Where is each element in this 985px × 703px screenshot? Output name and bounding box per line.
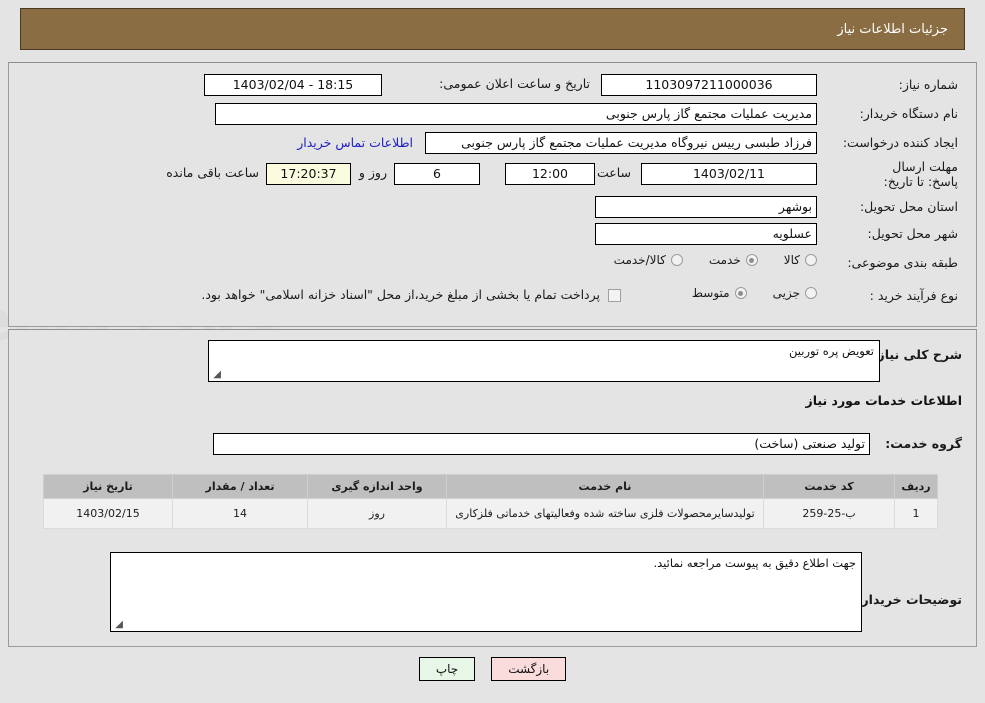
label-service-group: گروه خدمت:	[885, 436, 962, 451]
label-buyer-notes: توضیحات خریدار:	[856, 592, 962, 607]
label-hours-unit: ساعت باقی مانده	[166, 165, 259, 180]
need-number-value[interactable]: 1103097211000036	[601, 74, 817, 96]
radio-icon[interactable]	[734, 287, 747, 299]
category-option-2-label: کالا/خدمت	[613, 253, 666, 267]
need-summary-panel: شماره نیاز: نام دستگاه خریدار: ایجاد کنن…	[8, 62, 977, 327]
buyer-org-value[interactable]: مدیریت عملیات مجتمع گاز پارس جنوبی	[215, 103, 817, 125]
col-name: نام خدمت	[446, 474, 764, 499]
page-root: AnaTender.net جزئیات اطلاعات نیاز شماره …	[0, 0, 985, 703]
announce-datetime-value[interactable]: 18:15 - 1403/02/04	[204, 74, 382, 96]
label-requester: ایجاد کننده درخواست:	[842, 135, 958, 150]
deadline-time-value[interactable]: 12:00	[505, 163, 595, 185]
col-code: کد خدمت	[763, 474, 895, 499]
cell-need-date: 1403/02/15	[43, 498, 173, 529]
col-unit: واحد اندازه گیری	[307, 474, 447, 499]
radio-icon[interactable]	[805, 287, 817, 299]
cell-name: تولیدسایرمحصولات فلزی ساخته شده وفعالیته…	[446, 498, 764, 529]
radio-icon[interactable]	[745, 254, 758, 266]
process-option-1[interactable]: متوسط	[692, 286, 747, 300]
print-button[interactable]: چاپ	[418, 657, 476, 681]
radio-icon[interactable]	[670, 254, 683, 266]
label-deadline-time: ساعت	[596, 165, 631, 180]
treasury-checkbox[interactable]	[608, 289, 621, 302]
back-button[interactable]: بازگشت	[491, 657, 567, 681]
requester-value[interactable]: فرزاد طبسی رییس نیروگاه مدیریت عملیات مج…	[425, 132, 817, 154]
cell-quantity: 14	[172, 498, 308, 529]
cell-code: ب-25-259	[763, 498, 895, 529]
page-title-bar: جزئیات اطلاعات نیاز	[20, 8, 965, 50]
process-option-0-label: جزیی	[772, 286, 800, 300]
label-city: شهر محل تحویل:	[867, 226, 958, 241]
process-option-0[interactable]: جزیی	[773, 286, 817, 300]
resize-grip-icon[interactable]: ◢	[211, 370, 221, 380]
hours-remaining-value: 17:20:37	[266, 163, 351, 185]
cell-index: 1	[894, 498, 938, 529]
category-option-1-label: خدمت	[708, 253, 741, 267]
label-province: استان محل تحویل:	[859, 199, 958, 214]
general-desc-value: تعویض پره توربین	[789, 344, 874, 358]
label-days-unit: روز و	[358, 165, 387, 180]
label-deadline: مهلت ارسال پاسخ: تا تاریخ:	[883, 159, 958, 189]
footer-panel: بازگشت چاپ	[8, 649, 977, 695]
col-need-date: تاریخ نیاز	[43, 474, 173, 499]
label-buyer-org: نام دستگاه خریدار:	[859, 106, 958, 121]
treasury-note: پرداخت تمام یا بخشی از مبلغ خرید،از محل …	[201, 287, 600, 302]
buyer-contact-link[interactable]: اطلاعات تماس خریدار	[297, 135, 413, 150]
page-title: جزئیات اطلاعات نیاز	[837, 21, 948, 37]
need-details-panel: شرح کلی نیاز: تعویض پره توربین ◢ اطلاعات…	[8, 329, 977, 647]
label-general-desc: شرح کلی نیاز:	[872, 347, 962, 362]
deadline-date-value[interactable]: 1403/02/11	[641, 163, 817, 185]
label-announce-datetime: تاریخ و ساعت اعلان عمومی:	[439, 76, 590, 91]
col-index: ردیف	[894, 474, 938, 499]
cell-unit: روز	[307, 498, 447, 529]
category-option-2[interactable]: کالا/خدمت	[614, 253, 683, 267]
table-header-row: ردیف کد خدمت نام خدمت واحد اندازه گیری ت…	[43, 474, 938, 499]
radio-icon[interactable]	[805, 254, 817, 266]
buyer-notes-textarea[interactable]: جهت اطلاع دقیق به پیوست مراجعه نمائید. ◢	[110, 552, 862, 632]
footer-button-bar: بازگشت چاپ	[8, 657, 977, 681]
label-process-type: نوع فرآیند خرید :	[869, 288, 958, 303]
table-row: 1 ب-25-259 تولیدسایرمحصولات فلزی ساخته ش…	[43, 498, 938, 529]
services-section-heading: اطلاعات خدمات مورد نیاز	[805, 393, 963, 408]
city-value[interactable]: عسلویه	[595, 223, 817, 245]
service-group-value[interactable]: تولید صنعتی (ساخت)	[213, 433, 870, 455]
buyer-notes-value: جهت اطلاع دقیق به پیوست مراجعه نمائید.	[653, 556, 856, 570]
col-quantity: تعداد / مقدار	[172, 474, 308, 499]
label-need-number: شماره نیاز:	[898, 77, 958, 92]
category-option-1[interactable]: خدمت	[709, 253, 758, 267]
category-radio-group: کالا خدمت کالا/خدمت	[588, 253, 817, 267]
label-category: طبقه بندی موضوعی:	[847, 255, 958, 270]
resize-grip-icon[interactable]: ◢	[113, 620, 123, 630]
services-table: ردیف کد خدمت نام خدمت واحد اندازه گیری ت…	[43, 474, 938, 529]
category-option-0-label: کالا	[783, 253, 800, 267]
process-radio-group: جزیی متوسط	[666, 286, 817, 300]
province-value[interactable]: بوشهر	[595, 196, 817, 218]
days-remaining-value[interactable]: 6	[394, 163, 480, 185]
category-option-0[interactable]: کالا	[784, 253, 817, 267]
process-option-1-label: متوسط	[691, 286, 730, 300]
general-desc-textarea[interactable]: تعویض پره توربین ◢	[208, 340, 880, 382]
